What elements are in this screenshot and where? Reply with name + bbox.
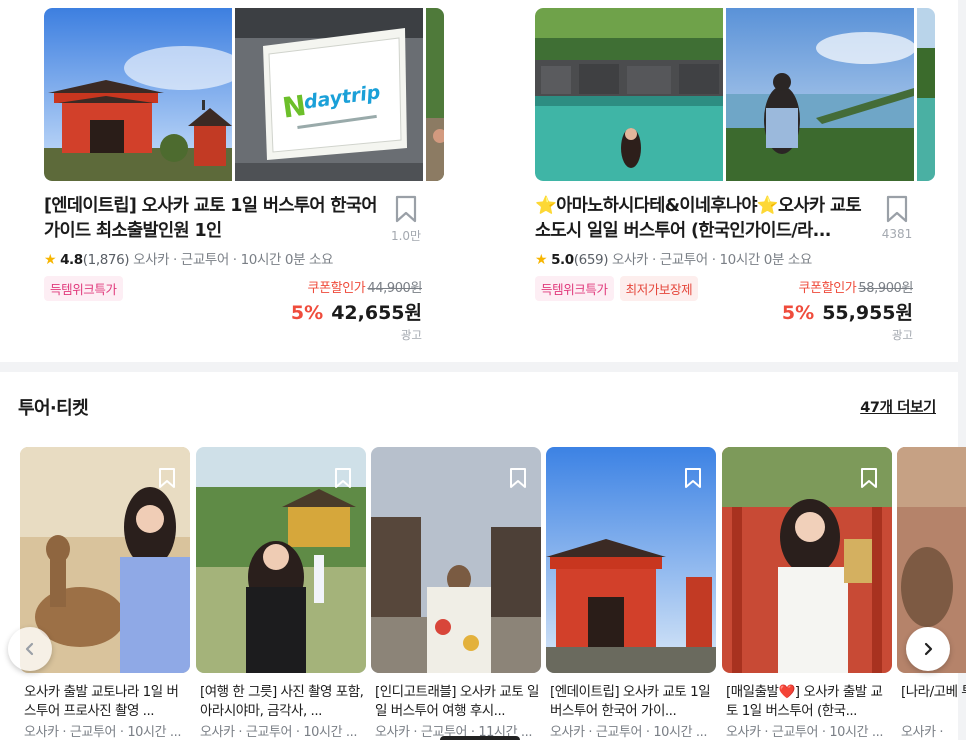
product-title[interactable]: [인디고트래블] 오사카 교토 일일 버스투어 여행 후시... <box>375 683 541 721</box>
tour-ticket-section: 투어·티켓 47개 더보기 오사카 출발 교토나라 1일 버스투어 프로사진 촬… <box>0 372 966 740</box>
product-meta: ★ 4.8(1,876) 오사카 · 근교투어 · 10시간 0분 소요 <box>44 248 333 268</box>
ine-funaya-photo <box>535 8 723 181</box>
lowest-price-badge: 최저가보장제 <box>619 276 699 301</box>
bookmark-count: 4381 <box>881 227 913 241</box>
product-title[interactable]: 오사카 출발 교토나라 1일 버스투어 프로사진 촬영 ... <box>24 683 190 721</box>
product-title[interactable]: [엔데이트립] 오사카 교토 1일 버스투어 한국어 가이드 최소출발인원 1인 <box>44 194 379 244</box>
original-price: 44,900원 <box>367 281 422 296</box>
chevron-right-icon <box>924 642 933 656</box>
bookmark-icon[interactable] <box>684 467 702 489</box>
promo-card[interactable]: N daytrip [엔데이트립] 오사카 교토 1일 버스투어 한국어 가이드… <box>44 0 444 350</box>
sale-price: 55,955원 <box>822 302 913 324</box>
product-title[interactable]: [매일출발❤️] 오사카 출발 교토 1일 버스투어 (한국... <box>726 683 892 721</box>
rating: 5.0 <box>551 252 574 268</box>
meta-info: 오사카 · 근교투어 · 10시간 0분 소요 <box>133 252 334 268</box>
promo-image-carousel[interactable] <box>535 8 935 181</box>
tour-photo <box>426 8 444 181</box>
discount-rate: 5% <box>290 302 324 324</box>
carousel-next-button[interactable] <box>906 627 950 671</box>
promo-badge: 득템위크특가 <box>535 276 614 301</box>
bookmark-icon[interactable] <box>334 467 352 489</box>
review-count: (1,876) <box>82 252 130 268</box>
bookmark-icon <box>886 195 908 223</box>
badge-list: 득템위크특가 최저가보장제 <box>535 276 699 301</box>
bookmark-count: 1.0만 <box>390 229 422 243</box>
ad-label: 광고 <box>400 328 422 342</box>
star-icon: ★ <box>535 252 548 268</box>
carousel-prev-button[interactable] <box>8 627 52 671</box>
product-meta: 오사카 · 근교투어 · 10시간 ... <box>550 725 708 740</box>
product-meta: 오사카 · 근교투어 · 10시간 ... <box>24 725 182 740</box>
discount-rate: 5% <box>781 302 815 324</box>
bookmark-icon[interactable] <box>158 467 176 489</box>
ndaytrip-sign-photo: N daytrip <box>235 8 423 181</box>
product-title[interactable]: [엔데이트립] 오사카 교토 1일 버스투어 한국어 가이... <box>550 683 716 721</box>
review-count: (659) <box>573 252 609 268</box>
floating-pill[interactable] <box>440 736 520 740</box>
rating: 4.8 <box>60 252 83 268</box>
amanohashidate-photo <box>726 8 914 181</box>
product-meta: 오사카 · 근교투어 · 10시간 ... <box>200 725 358 740</box>
price-box: 쿠폰할인가 44,900원 5% 42,655원 <box>291 277 422 325</box>
product-title[interactable]: [여행 한 그릇] 사진 촬영 포함, 아라시야마, 금각사, ... <box>200 683 366 721</box>
section-title: 투어·티켓 <box>18 398 89 419</box>
product-title[interactable]: [나라/고베 투어 나라 <box>901 683 966 721</box>
chevron-left-icon <box>25 642 34 656</box>
promo-card[interactable]: ⭐아마노하시다테&이네후나야⭐오사카 교토 소도시 일일 버스투어 (한국인가이… <box>535 0 935 350</box>
product-meta: 오사카 · <box>901 725 944 740</box>
product-meta: 오사카 · 근교투어 · 10시간 ... <box>726 725 884 740</box>
price-box: 쿠폰할인가 58,900원 5% 55,955원 <box>782 277 913 325</box>
bookmark-icon <box>395 195 417 223</box>
more-link[interactable]: 47개 더보기 <box>860 396 936 417</box>
promo-badge: 득템위크특가 <box>44 276 123 301</box>
meta-info: 오사카 · 근교투어 · 10시간 0분 소요 <box>612 252 812 268</box>
bookmark-icon[interactable] <box>509 467 527 489</box>
original-price: 58,900원 <box>858 281 913 296</box>
promo-image-carousel[interactable]: N daytrip <box>44 8 444 181</box>
product-title[interactable]: ⭐아마노하시다테&이네후나야⭐오사카 교토 소도시 일일 버스투어 (한국인가이… <box>535 194 870 244</box>
page: N daytrip [엔데이트립] 오사카 교토 1일 버스투어 한국어 가이드… <box>0 0 966 740</box>
star-icon: ★ <box>44 252 57 268</box>
product-meta: ★ 5.0(659) 오사카 · 근교투어 · 10시간 0분 소요 <box>535 248 812 268</box>
badge-list: 득템위크특가 <box>44 276 123 301</box>
ad-label: 광고 <box>891 328 913 342</box>
kiyomizu-temple-photo <box>44 8 232 181</box>
sale-price: 42,655원 <box>331 302 422 324</box>
promoted-products-section: N daytrip [엔데이트립] 오사카 교토 1일 버스투어 한국어 가이드… <box>0 0 958 362</box>
tour-photo <box>917 8 935 181</box>
bookmark-button[interactable]: 1.0만 <box>389 195 423 244</box>
coupon-label: 쿠폰할인가 <box>307 281 366 296</box>
bookmark-button[interactable]: 4381 <box>880 195 914 241</box>
bookmark-icon[interactable] <box>860 467 878 489</box>
coupon-label: 쿠폰할인가 <box>798 281 857 296</box>
